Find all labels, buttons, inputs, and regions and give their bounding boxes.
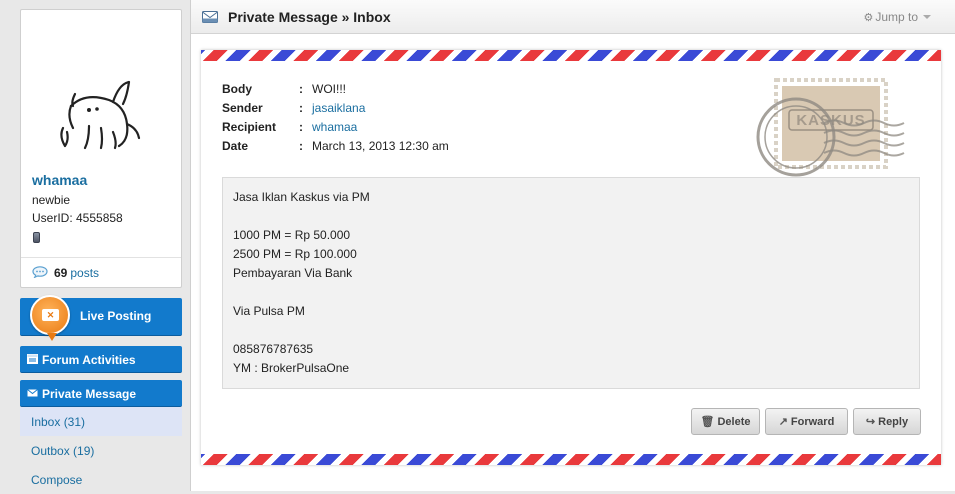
message-body-line: YM : BrokerPulsaOne (233, 361, 350, 375)
reply-arrow-icon: ↪ (865, 416, 876, 428)
main-header: Private Message » Inbox ⚙ Jump to (191, 0, 955, 34)
meta-colon: : (299, 101, 303, 115)
sidebar: whamaa newbie UserID: 4555858 69 posts ✕ … (20, 9, 182, 487)
pm-links: Inbox (31) Outbox (19) Compose (20, 407, 182, 494)
posts-row[interactable]: 69 posts (21, 257, 181, 288)
speech-bubble-icon (32, 266, 48, 278)
forum-activities-label: Forum Activities (42, 353, 136, 367)
message-body-line (233, 209, 919, 228)
page-title: Private Message » Inbox (228, 9, 391, 25)
meta-label: Body (222, 82, 252, 96)
envelope-icon (27, 389, 38, 397)
live-posting-button[interactable]: ✕ Live Posting (20, 295, 182, 341)
delete-label: Delete (717, 415, 751, 428)
recipient-link[interactable]: whamaa (312, 120, 357, 139)
message-meta: Body : WOI!!! Sender : jasaiklana Recipi… (222, 82, 449, 158)
sender-link[interactable]: jasaiklana (312, 101, 365, 120)
airmail-stripe-bottom (201, 454, 941, 465)
gear-icon: ⚙ (863, 12, 874, 24)
profile-card: whamaa newbie UserID: 4555858 69 posts (20, 9, 182, 288)
meta-row-recipient: Recipient : whamaa (222, 120, 449, 139)
message-subject: WOI!!! (312, 82, 346, 96)
main-panel: Private Message » Inbox ⚙ Jump to Body : … (190, 0, 955, 491)
meta-colon: : (299, 139, 303, 153)
share-icon: ↗ (778, 416, 788, 428)
forum-activities-button[interactable]: Forum Activities (20, 346, 182, 373)
private-message-label: Private Message (42, 387, 137, 401)
forward-label: Forward (790, 415, 835, 428)
pm-link-outbox[interactable]: Outbox (19) (20, 436, 182, 465)
message-body-line: 1000 PM = Rp 50.000 (233, 228, 351, 242)
jump-to-dropdown[interactable]: ⚙ Jump to (863, 10, 931, 24)
meta-label: Date (222, 139, 249, 153)
meta-row-sender: Sender : jasaiklana (222, 101, 449, 120)
message-body-line: Pembayaran Via Bank (233, 266, 353, 280)
meta-row-body: Body : WOI!!! (222, 82, 449, 101)
private-message-button[interactable]: Private Message (20, 380, 182, 407)
user-rank: newbie (32, 193, 71, 207)
user-id: UserID: 4555858 (32, 211, 123, 225)
meta-colon: : (299, 120, 303, 134)
meta-label: Recipient (222, 120, 277, 134)
calendar-icon (27, 354, 38, 364)
jump-to-label: Jump to (875, 10, 918, 24)
live-posting-label: Live Posting (80, 309, 152, 323)
meta-row-date: Date : March 13, 2013 12:30 am (222, 139, 449, 158)
reputation-icon (33, 232, 40, 243)
message-body-line: 085876787635 (233, 342, 314, 356)
message-date: March 13, 2013 12:30 am (312, 139, 449, 153)
message-letter: Body : WOI!!! Sender : jasaiklana Recipi… (201, 50, 941, 465)
message-body-line (233, 285, 919, 304)
forward-button[interactable]: ↗ Forward (765, 408, 848, 435)
delete-button[interactable]: 🗑 Delete (691, 408, 760, 435)
message-body-line: Via Pulsa PM (233, 304, 305, 318)
message-body: Jasa Iklan Kaskus via PM 1000 PM = Rp 50… (222, 177, 920, 389)
chevron-down-icon (923, 15, 931, 19)
reply-label: Reply (878, 415, 909, 428)
trash-icon: 🗑 (700, 416, 715, 428)
meta-label: Sender (222, 101, 263, 115)
pm-link-compose[interactable]: Compose (20, 465, 182, 494)
username[interactable]: whamaa (32, 172, 87, 188)
message-actions: 🗑 Delete ↗ Forward ↪ Reply (691, 408, 921, 435)
reply-button[interactable]: ↪ Reply (853, 408, 921, 435)
envelope-icon (202, 11, 218, 23)
live-posting-icon: ✕ (30, 295, 70, 341)
postage-stamp-icon: KASKUS (756, 78, 905, 177)
pm-link-inbox[interactable]: Inbox (31) (20, 407, 182, 436)
message-body-line (233, 323, 919, 342)
posts-link[interactable]: posts (70, 266, 99, 280)
message-body-line: 2500 PM = Rp 100.000 (233, 247, 357, 261)
message-body-line: Jasa Iklan Kaskus via PM (233, 190, 370, 204)
posts-count: 69 (54, 266, 68, 280)
airmail-stripe-top (201, 50, 941, 61)
avatar[interactable] (49, 66, 149, 166)
meta-colon: : (299, 82, 303, 96)
